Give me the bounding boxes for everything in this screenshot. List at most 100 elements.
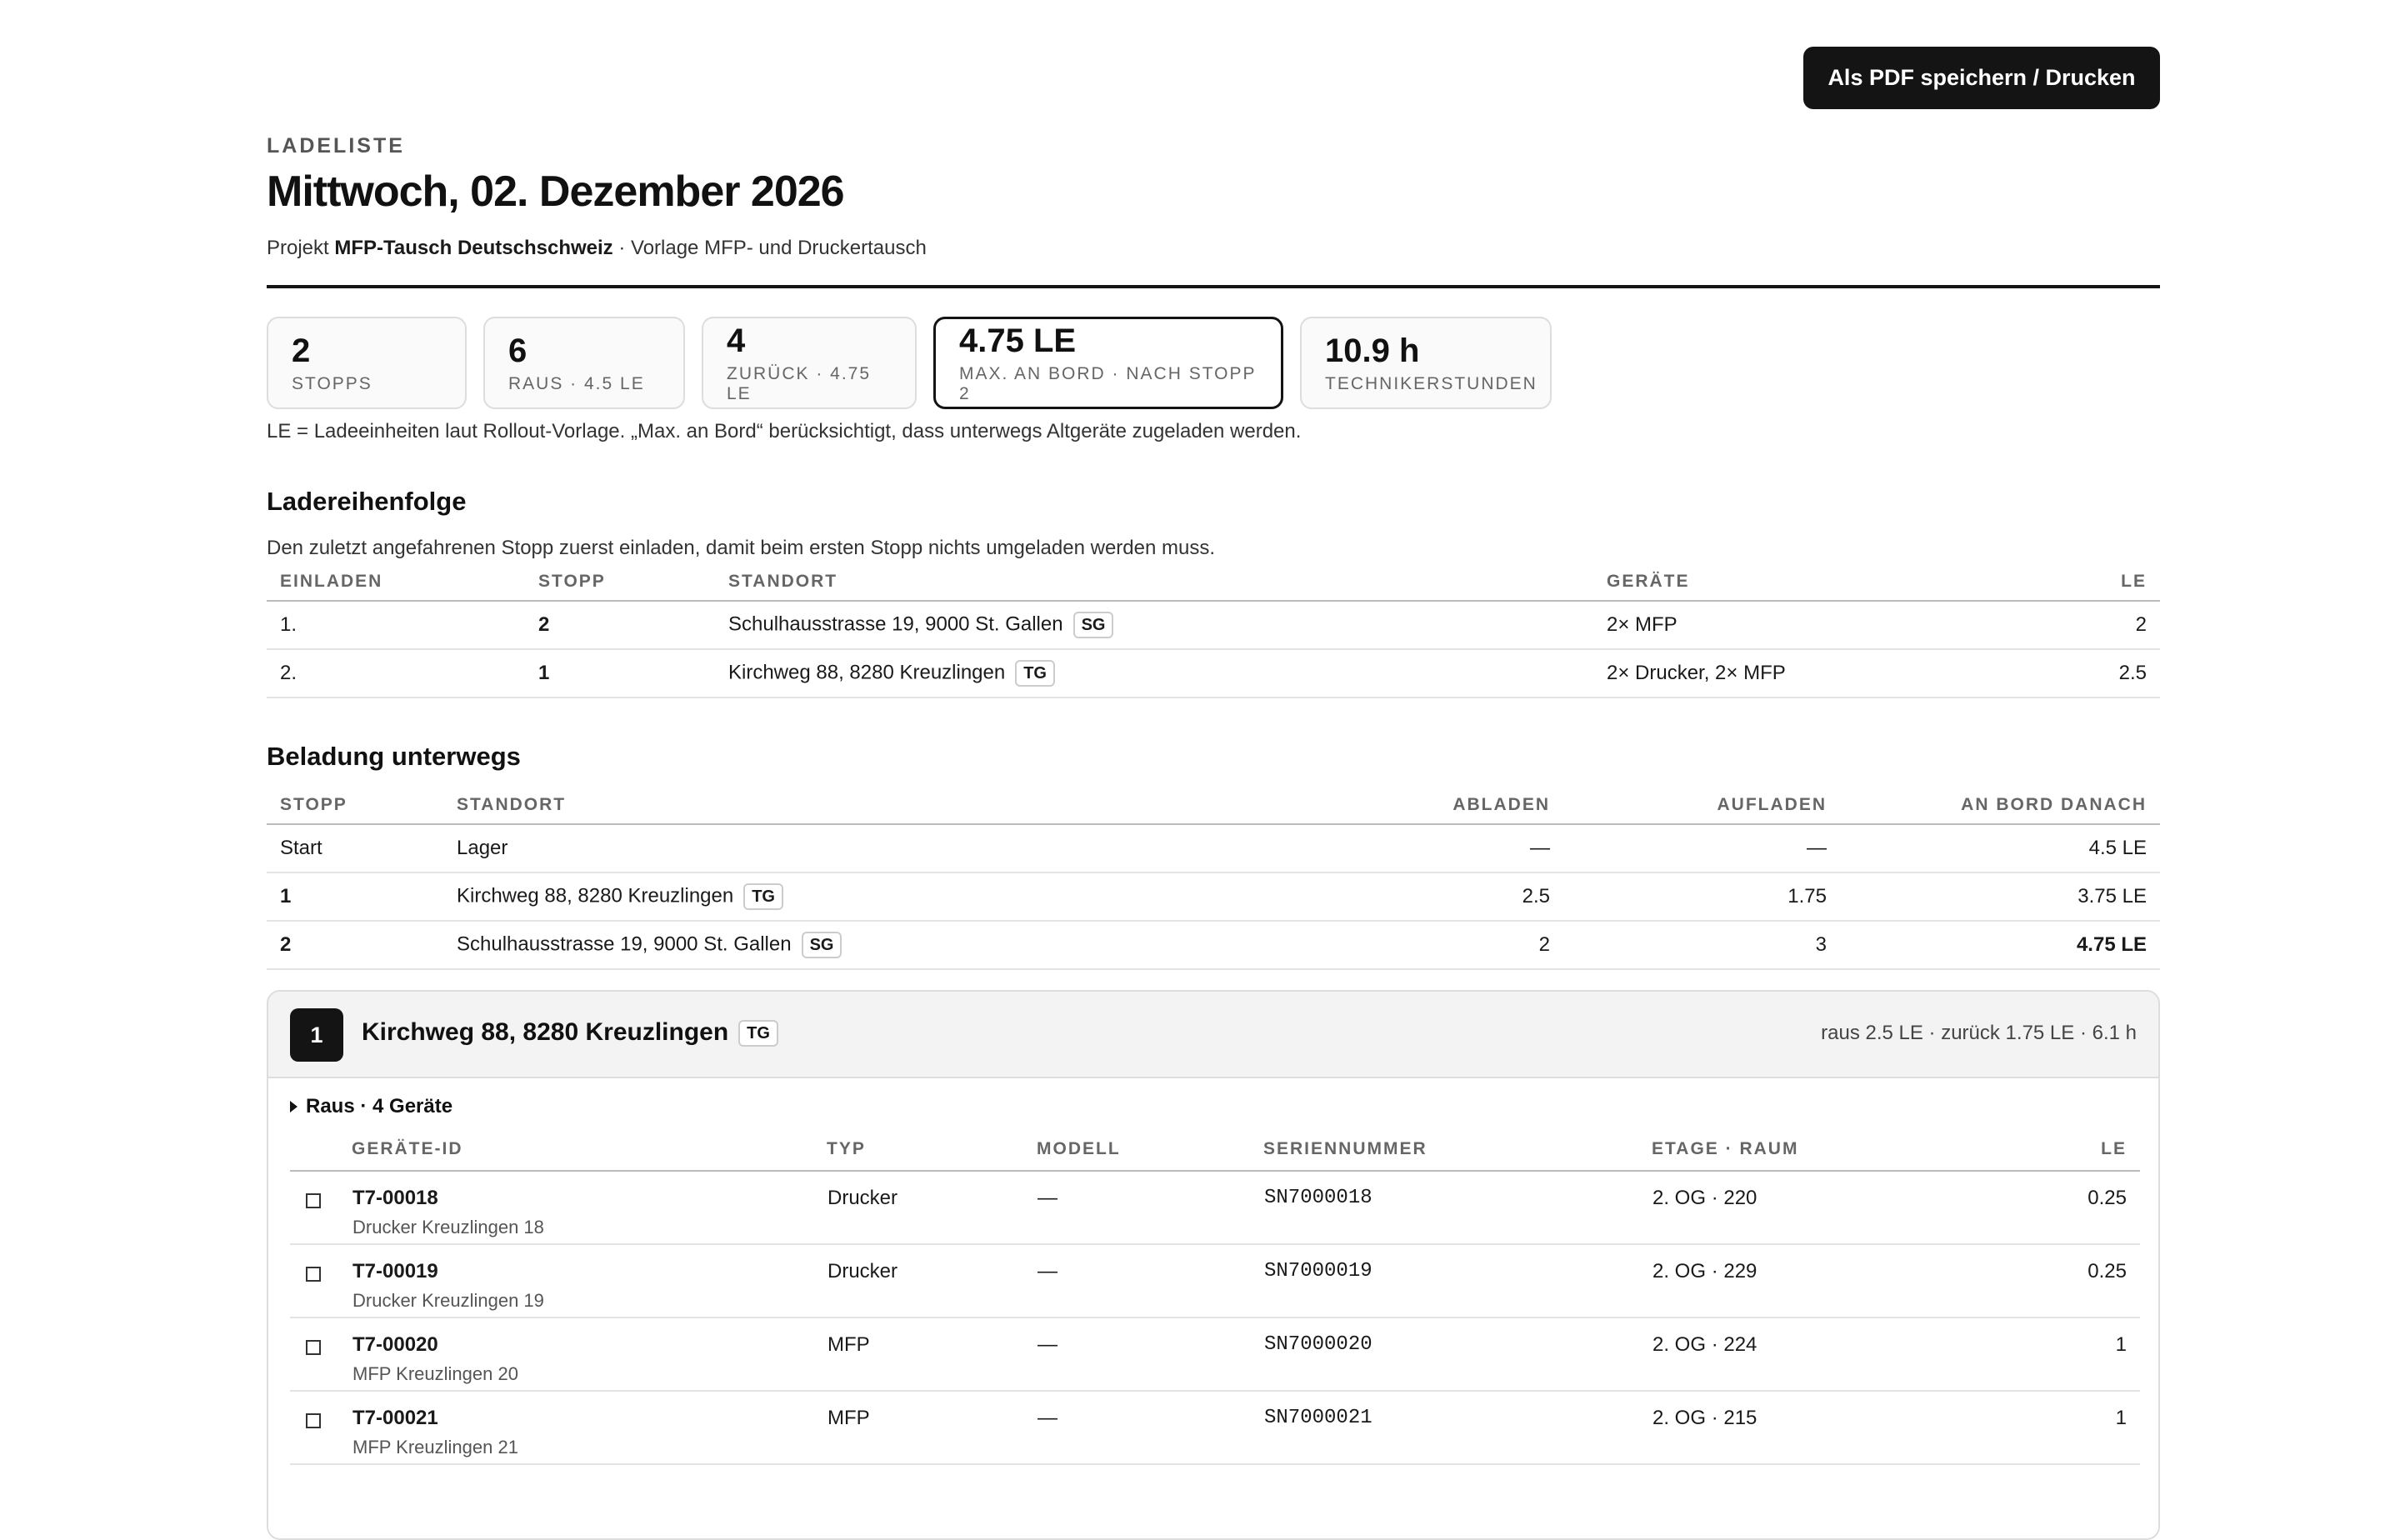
load-cell: — [1563,824,1840,873]
kpi-label: Technikerstunden [1325,373,1538,393]
kpi-label: Raus · 4.5 LE [508,373,645,393]
page-eyebrow: LADELISTE [267,134,405,158]
floor-room-cell: 2. OG · 229 [1652,1244,2011,1318]
checkbox-cell [290,1171,352,1245]
serial-cell: SN7000018 [1263,1171,1652,1245]
project-line: Projekt MFP-Tausch Deutschschweiz · Vorl… [267,237,927,260]
onboard-cell: 4.5 LE [1840,824,2160,873]
devices-out-label: Raus · 4 Geräte [306,1095,453,1118]
serial-cell: SN7000021 [1263,1391,1652,1465]
type-cell: MFP [827,1391,1037,1465]
le-cell: 2.5 [2041,649,2160,698]
caret-right-icon [290,1101,298,1112]
checkbox-cell [290,1318,352,1392]
location-text: Kirchweg 88, 8280 Kreuzlingen [728,661,1006,684]
devices-cell: 2× Drucker, 2× MFP [1593,649,2042,698]
device-name: MFP Kreuzlingen 20 [352,1363,518,1384]
devices-out-toggle[interactable]: Raus · 4 Geräte [290,1095,452,1118]
device-name: MFP Kreuzlingen 21 [352,1437,518,1458]
device-name: Drucker Kreuzlingen 19 [352,1290,544,1311]
enroute-heading: Beladung unterwegs [267,742,521,771]
col-serial: Seriennummer [1263,1128,1652,1172]
col-stop: Stopp [267,787,443,825]
table-row: T7-00019 Drucker Kreuzlingen 19 Drucker —… [290,1244,2140,1318]
location-cell: Schulhausstrasse 19, 9000 St. Gallen SG [443,921,1287,970]
col-location: Standort [715,563,1593,602]
col-load: Aufladen [1563,787,1840,825]
col-onboard: An Bord danach [1840,787,2160,825]
unload-cell: — [1287,824,1563,873]
device-id-cell: T7-00019 Drucker Kreuzlingen 19 [352,1244,827,1318]
table-row: 1 Kirchweg 88, 8280 Kreuzlingen TG 2.5 1.… [267,872,2160,922]
table-header-row: Geräte-ID Typ Modell Seriennummer Etage … [290,1128,2140,1172]
canton-badge: SG [1072,612,1114,638]
canton-badge: TG [743,883,783,910]
location-text: Schulhausstrasse 19, 9000 St. Gallen [728,612,1063,636]
model-cell: — [1037,1391,1263,1465]
device-checkbox[interactable] [306,1193,321,1208]
print-pdf-button[interactable]: Als PDF speichern / Drucken [1803,47,2160,109]
location-cell: Lager [443,824,1287,873]
order-cell: 2. [267,649,525,698]
table-header-row: Stopp Standort Abladen Aufladen An Bord … [267,787,2160,825]
kpi-label: Zurück · 4.75 LE [727,363,872,403]
col-devices: Geräte [1593,563,2042,602]
device-id-cell: T7-00018 Drucker Kreuzlingen 18 [352,1171,827,1245]
stop-cell: Start [267,824,443,873]
unload-cell: 2 [1287,921,1563,970]
le-cell: 2 [2041,601,2160,650]
table-row: 1. 2 Schulhausstrasse 19, 9000 St. Galle… [267,601,2160,650]
floor-room-cell: 2. OG · 215 [1652,1391,2011,1465]
kpi-out: 6 Raus · 4.5 LE [483,317,685,409]
device-id: T7-00021 [352,1407,438,1429]
device-checkbox[interactable] [306,1267,321,1282]
col-order: Einladen [267,563,525,602]
header-divider [267,285,2160,288]
device-checkbox[interactable] [306,1340,321,1355]
table-row: 2 Schulhausstrasse 19, 9000 St. Gallen SG… [267,921,2160,970]
checkbox-cell [290,1391,352,1465]
canton-badge: TG [738,1020,778,1048]
device-id-cell: T7-00021 MFP Kreuzlingen 21 [352,1391,827,1465]
device-checkbox[interactable] [306,1413,321,1428]
onboard-cell: 3.75 LE [1840,872,2160,922]
col-type: Typ [827,1128,1037,1172]
stop-cell: 1 [525,649,715,698]
location-cell: Kirchweg 88, 8280 Kreuzlingen TG [443,872,1287,922]
table-row: 2. 1 Kirchweg 88, 8280 Kreuzlingen TG 2× … [267,649,2160,698]
table-row: Start Lager — — 4.5 LE [267,824,2160,873]
checkbox-cell [290,1244,352,1318]
device-id-cell: T7-00020 MFP Kreuzlingen 20 [352,1318,827,1392]
order-cell: 1. [267,601,525,650]
device-id: T7-00018 [352,1187,438,1209]
location-cell: Kirchweg 88, 8280 Kreuzlingen TG [715,649,1593,698]
type-cell: Drucker [827,1244,1037,1318]
le-cell: 1 [2010,1391,2140,1465]
kpi-value: 4.75 LE [959,322,1077,359]
kpi-return: 4 Zurück · 4.75 LE [702,317,917,409]
type-cell: MFP [827,1318,1037,1392]
serial-cell: SN7000020 [1263,1318,1652,1392]
stop-cell: 2 [525,601,715,650]
col-model: Modell [1037,1128,1263,1172]
kpi-value: 10.9 h [1325,332,1420,369]
project-prefix: Projekt [267,237,329,259]
type-cell: Drucker [827,1171,1037,1245]
devices-cell: 2× MFP [1593,601,2042,650]
model-cell: — [1037,1318,1263,1392]
col-checkbox [290,1128,352,1172]
location-text: Kirchweg 88, 8280 Kreuzlingen [457,884,734,908]
loading-order-heading: Ladereihenfolge [267,487,467,516]
floor-room-cell: 2. OG · 220 [1652,1171,2011,1245]
device-name: Drucker Kreuzlingen 18 [352,1217,544,1238]
unload-cell: 2.5 [1287,872,1563,922]
loading-list-page: Als PDF speichern / Drucken LADELISTE Mi… [0,0,2400,1540]
col-floor-room: Etage · Raum [1652,1128,2011,1172]
stop-number-badge: 1 [290,1008,343,1062]
col-device-id: Geräte-ID [352,1128,827,1172]
col-stop: Stopp [525,563,715,602]
le-cell: 0.25 [2010,1244,2140,1318]
le-note: LE = Ladeeinheiten laut Rollout-Vorlage.… [267,420,1302,442]
model-cell: — [1037,1171,1263,1245]
model-cell: — [1037,1244,1263,1318]
